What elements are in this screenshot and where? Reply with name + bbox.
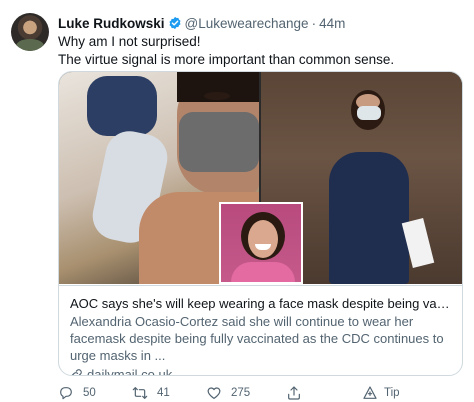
reply-button[interactable]: 50 bbox=[58, 384, 96, 402]
link-icon bbox=[71, 369, 82, 375]
author-name[interactable]: Luke Rudkowski bbox=[58, 16, 165, 31]
card-description: Alexandria Ocasio-Cortez said she will c… bbox=[70, 314, 444, 363]
tweet-text: Why am I not surprised! The virtue signa… bbox=[58, 33, 458, 69]
reply-count: 50 bbox=[83, 387, 96, 399]
like-button[interactable]: 275 bbox=[206, 384, 250, 402]
tweet[interactable]: Luke Rudkowski @Lukewearechange · 44m Wh… bbox=[0, 0, 474, 402]
tweet-actions: 50 41 275 Tip bbox=[58, 384, 458, 402]
tip-label: Tip bbox=[384, 387, 400, 399]
reply-icon bbox=[60, 387, 72, 400]
retweet-button[interactable]: 41 bbox=[132, 384, 170, 402]
retweet-icon bbox=[132, 387, 148, 399]
card-domain-text: dailymail.co.uk bbox=[87, 367, 173, 376]
verified-icon bbox=[169, 16, 181, 30]
share-icon bbox=[288, 386, 300, 400]
retweet-count: 41 bbox=[157, 387, 170, 399]
separator-dot: · bbox=[311, 15, 317, 31]
like-count: 275 bbox=[231, 387, 251, 399]
tweet-text-line: Why am I not surprised! bbox=[58, 34, 201, 49]
tip-button[interactable]: Tip bbox=[362, 384, 400, 402]
author-handle[interactable]: @Lukewearechange bbox=[185, 16, 309, 31]
like-icon bbox=[207, 387, 221, 399]
card-domain[interactable]: dailymail.co.uk bbox=[70, 366, 451, 376]
tweet-text-line: The virtue signal is more important than… bbox=[58, 52, 395, 67]
portrait-inset-photo bbox=[219, 202, 303, 284]
tip-icon bbox=[363, 386, 377, 399]
avatar[interactable] bbox=[11, 13, 49, 51]
link-card[interactable]: AOC says she's will keep wearing a face … bbox=[58, 71, 463, 376]
card-title[interactable]: AOC says she's will keep wearing a face … bbox=[70, 295, 451, 312]
card-image[interactable] bbox=[59, 72, 462, 284]
tweet-timestamp[interactable]: 44m bbox=[319, 16, 345, 31]
tweet-header: Luke Rudkowski @Lukewearechange · 44m bbox=[58, 14, 345, 32]
card-body[interactable]: AOC says she's will keep wearing a face … bbox=[59, 285, 462, 375]
share-button[interactable] bbox=[286, 384, 311, 402]
